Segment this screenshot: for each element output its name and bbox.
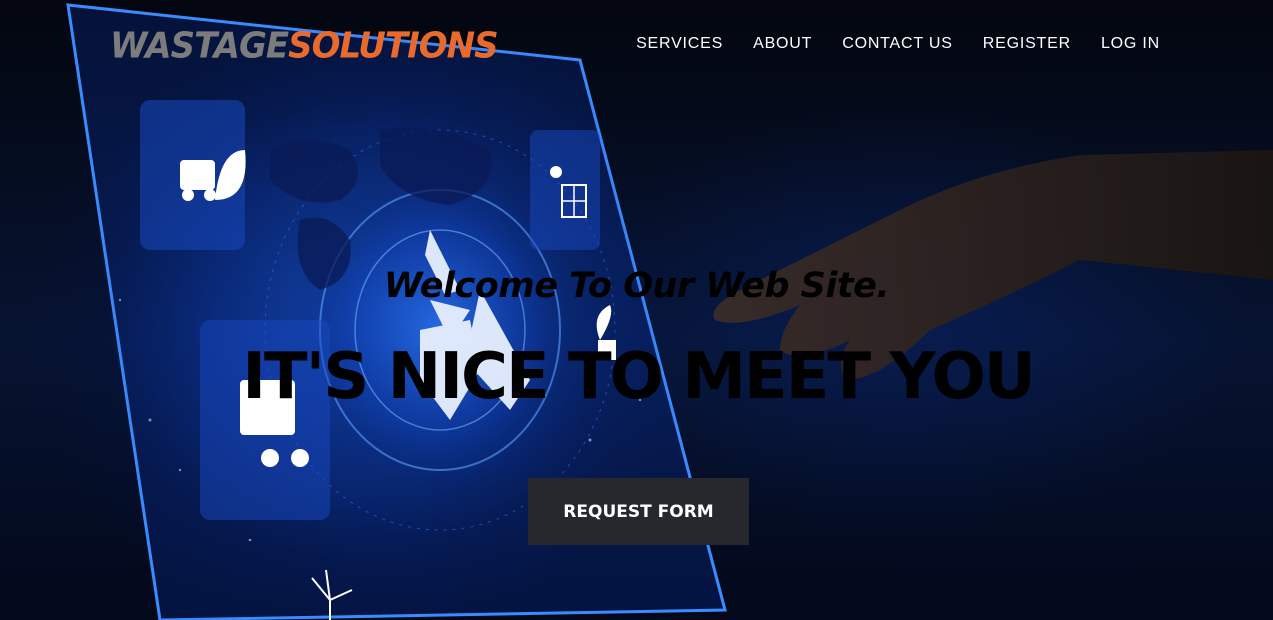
masthead-heading: IT'S NICE TO MEET YOU xyxy=(242,340,1036,414)
hero-section: WASTAGESOLUTIONS SERVICES ABOUT CONTACT … xyxy=(0,0,1273,620)
masthead-subheading: Welcome To Our Web Site. xyxy=(383,266,890,306)
request-form-button[interactable]: REQUEST FORM xyxy=(528,478,749,545)
masthead: Welcome To Our Web Site. IT'S NICE TO ME… xyxy=(0,0,1273,620)
